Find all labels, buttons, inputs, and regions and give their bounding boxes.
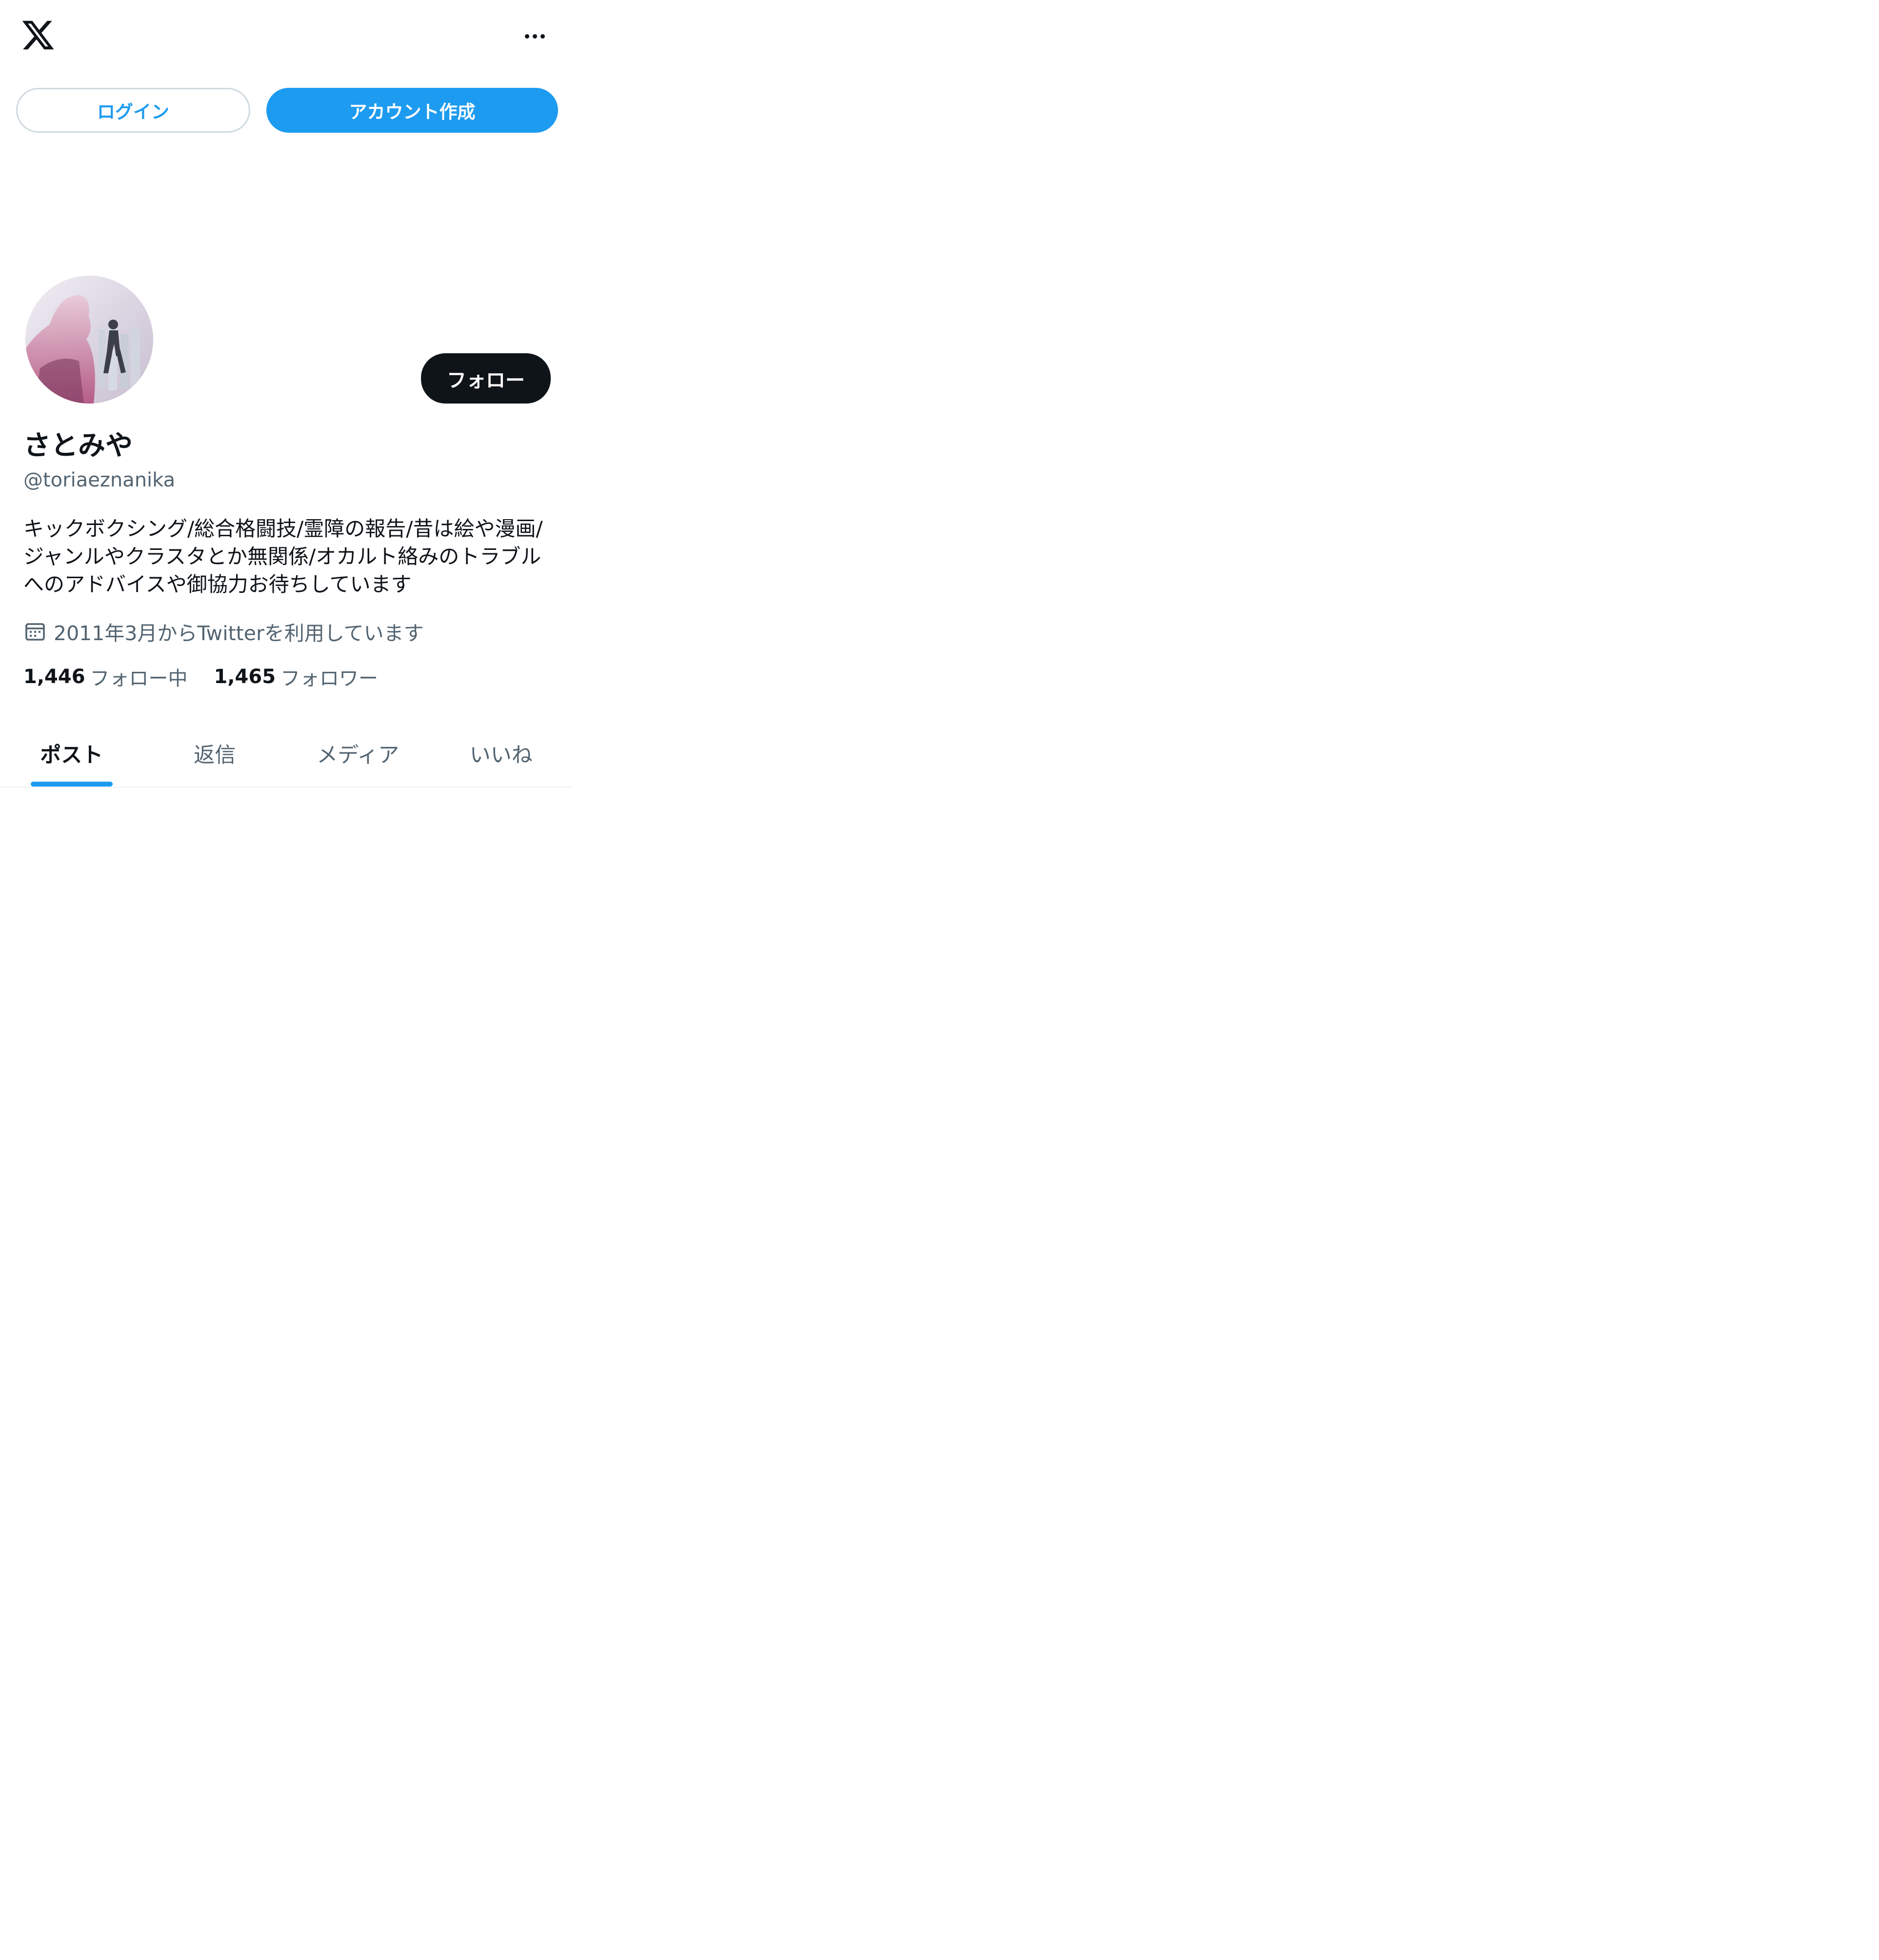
tab-posts[interactable]: ポスト bbox=[0, 720, 143, 787]
followers-label: フォロワー bbox=[280, 667, 379, 690]
dot bbox=[540, 34, 545, 39]
user-handle: @toriaeznanika bbox=[23, 469, 176, 491]
follow-stats: 1,446 フォロー中 1,465 フォロワー bbox=[23, 662, 378, 691]
join-date: 2011年3月からTwitterを利用しています bbox=[23, 617, 424, 646]
signup-button[interactable]: アカウント作成 bbox=[266, 88, 558, 133]
tab-label: ポスト bbox=[40, 743, 103, 768]
follow-button[interactable]: フォロー bbox=[421, 353, 551, 404]
followers-count: 1,465 bbox=[214, 666, 276, 688]
bio-line: へのアドバイスや御協力お待ちしています bbox=[23, 572, 412, 596]
active-tab-indicator bbox=[30, 782, 113, 787]
dot bbox=[532, 34, 537, 39]
following-label: フォロー中 bbox=[90, 667, 188, 690]
display-name: さとみや bbox=[23, 430, 133, 462]
followers-link[interactable]: 1,465 フォロワー bbox=[214, 663, 379, 691]
bio-line: ジャンルやクラスタとか無関係/オカルト絡みのトラブル bbox=[23, 545, 541, 568]
profile-page: ログイン アカウント作成 フォロー さとみや @toriaeznanika キッ… bbox=[0, 0, 576, 790]
bio: キックボクシング/総合格闘技/霊障の報告/昔は絵や漫画/ ジャンルやクラスタとか… bbox=[23, 515, 555, 598]
tab-label: 返信 bbox=[194, 743, 236, 768]
join-date-text: 2011年3月からTwitterを利用しています bbox=[54, 622, 424, 645]
following-link[interactable]: 1,446 フォロー中 bbox=[23, 663, 188, 691]
tab-label: いいね bbox=[469, 743, 533, 768]
tab-label: メディア bbox=[317, 743, 400, 768]
avatar-image bbox=[25, 276, 153, 404]
dot bbox=[524, 34, 529, 39]
tab-replies[interactable]: 返信 bbox=[143, 720, 287, 787]
more-horizontal-icon[interactable] bbox=[519, 23, 550, 49]
tab-likes[interactable]: いいね bbox=[430, 720, 573, 787]
avatar[interactable] bbox=[25, 276, 153, 404]
following-count: 1,446 bbox=[23, 666, 85, 688]
login-button[interactable]: ログイン bbox=[16, 88, 250, 133]
calendar-icon bbox=[25, 623, 45, 641]
x-logo-icon[interactable] bbox=[20, 18, 56, 53]
profile-tabs: ポスト 返信 メディア いいね bbox=[0, 720, 573, 788]
tab-media[interactable]: メディア bbox=[286, 720, 430, 787]
bio-line: キックボクシング/総合格闘技/霊障の報告/昔は絵や漫画/ bbox=[23, 517, 543, 541]
